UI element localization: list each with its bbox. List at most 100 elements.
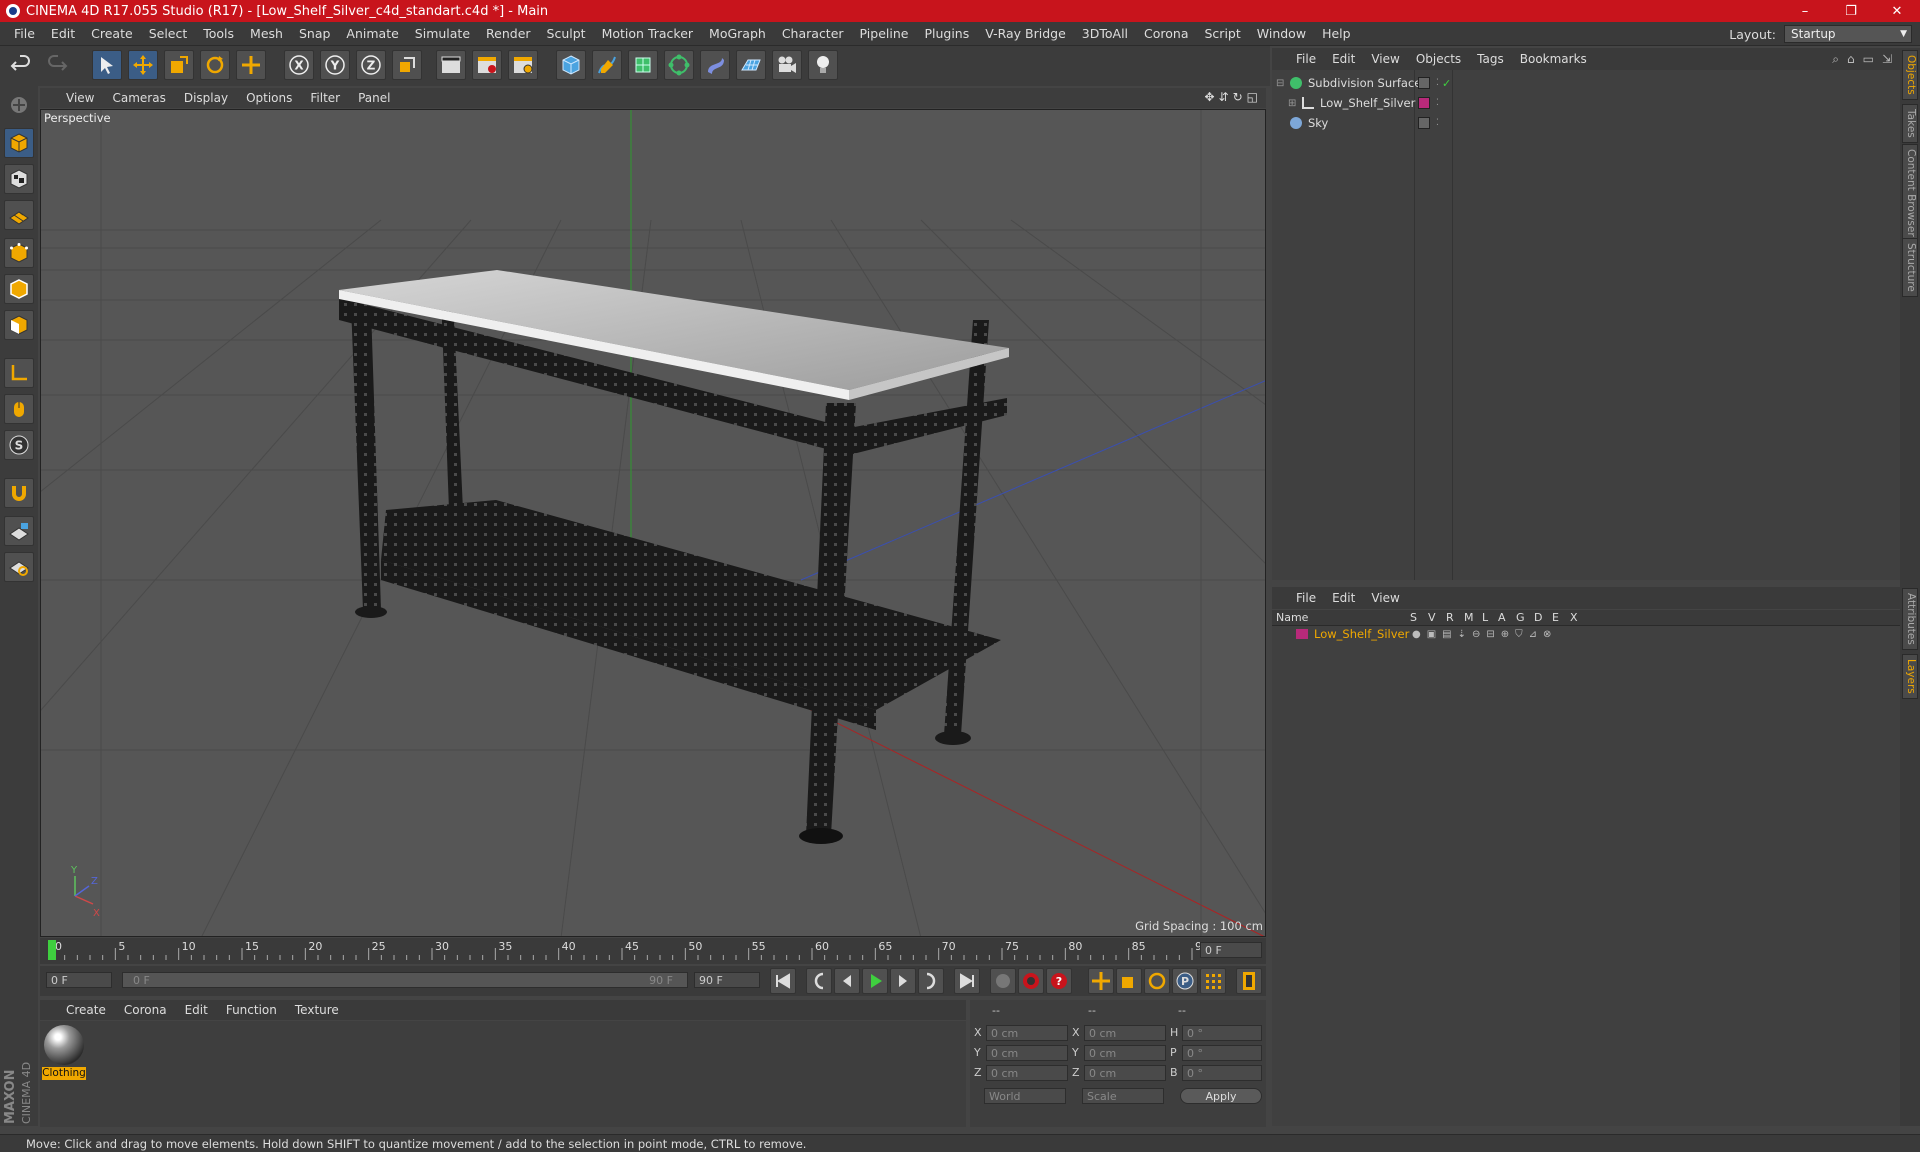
position-y-field[interactable]: 0 cm [986,1045,1068,1061]
viewport-move-icon[interactable]: ✥ [1204,90,1214,104]
menu-file[interactable]: File [6,26,43,41]
viewport-dolly-icon[interactable]: ⇵ [1219,90,1229,104]
material-menu-create[interactable]: Create [66,1003,106,1017]
layer-col-v[interactable]: V [1428,611,1436,624]
viewport-camera-label[interactable]: Perspective [44,111,111,125]
object-row-sky[interactable]: Sky ⁚ [1272,113,1900,133]
model-mode-button[interactable] [4,128,34,158]
next-frame-button[interactable] [890,968,916,994]
texture-mode-button[interactable] [4,164,34,194]
visibility-dots-icon[interactable]: ⁚ [1436,118,1439,128]
play-button[interactable] [862,968,888,994]
tab-attributes[interactable]: Attributes [1902,588,1918,650]
enabled-checkmark-icon[interactable]: ✓ [1442,77,1451,90]
layer-swatch-icon[interactable] [1418,97,1430,109]
menu-tools[interactable]: Tools [195,26,242,41]
layer-col-s[interactable]: S [1410,611,1417,624]
viewport-menu-view[interactable]: View [66,91,104,105]
layer-row-low-shelf-silver[interactable]: Low_Shelf_Silver ●▣▤⇣⊖⊟⊕⛉⊿⊗ [1272,626,1900,642]
previous-key-button[interactable] [806,968,832,994]
timeline-window-button[interactable] [1236,968,1262,994]
home-icon[interactable]: ⌂ [1847,52,1855,67]
object-row-low-shelf-silver[interactable]: ⊞ Low_Shelf_Silver ⁚ [1272,93,1900,113]
material-swatch[interactable]: Clothing [42,1023,86,1080]
layer-menu-file[interactable]: File [1296,591,1316,605]
viewport-menu-options[interactable]: Options [246,91,302,105]
material-menu-function[interactable]: Function [226,1003,277,1017]
menu-create[interactable]: Create [83,26,141,41]
menu-simulate[interactable]: Simulate [407,26,478,41]
key-pla-button[interactable] [1200,968,1226,994]
layer-col-a[interactable]: A [1498,611,1506,624]
layer-flag-icons[interactable]: ●▣▤⇣⊖⊟⊕⛉⊿⊗ [1412,629,1557,640]
cloner-button[interactable] [664,50,694,80]
next-key-button[interactable] [918,968,944,994]
cube-primitive-button[interactable] [556,50,586,80]
material-menu-texture[interactable]: Texture [295,1003,339,1017]
rotation-h-field[interactable]: 0 ° [1182,1025,1262,1041]
edges-mode-button[interactable] [4,274,34,304]
render-settings-button[interactable] [508,50,538,80]
size-z-field[interactable]: 0 cm [1084,1065,1166,1081]
live-selection-button[interactable] [92,50,122,80]
key-position-button[interactable] [1088,968,1114,994]
layer-col-e[interactable]: E [1552,611,1559,624]
object-menu-view[interactable]: View [1371,52,1399,66]
menu-script[interactable]: Script [1197,26,1249,41]
end-frame-field[interactable]: 90 F [694,972,760,988]
axis-mode-button[interactable] [4,358,34,388]
low-shelf-model[interactable] [339,270,1009,844]
viewport-menu-cameras[interactable]: Cameras [112,91,175,105]
layer-col-g[interactable]: G [1516,611,1525,624]
object-menu-bookmarks[interactable]: Bookmarks [1520,52,1587,66]
subdivision-surface-button[interactable] [628,50,658,80]
visibility-dots-icon[interactable]: ⁚ [1436,98,1439,108]
menu-help[interactable]: Help [1314,26,1359,41]
position-z-field[interactable]: 0 cm [986,1065,1068,1081]
expand-icon[interactable]: ⇲ [1882,52,1892,67]
record-keys-button[interactable] [990,968,1016,994]
layout-select[interactable]: Startup ▼ [1784,25,1912,43]
menu-mesh[interactable]: Mesh [242,26,291,41]
close-button[interactable]: ✕ [1874,0,1920,22]
planar-workplane-button[interactable] [4,552,34,582]
menu-vray-bridge[interactable]: V-Ray Bridge [977,26,1074,41]
menu-character[interactable]: Character [774,26,852,41]
layer-col-name[interactable]: Name [1276,611,1308,624]
visibility-dots-icon[interactable]: ⁚ [1436,78,1439,88]
z-axis-button[interactable]: Z [356,50,386,80]
x-axis-button[interactable]: X [284,50,314,80]
magnet-button[interactable] [4,478,34,508]
layer-col-l[interactable]: L [1482,611,1488,624]
make-editable-button[interactable] [4,90,34,120]
layer-menu-view[interactable]: View [1371,591,1399,605]
size-y-field[interactable]: 0 cm [1084,1045,1166,1061]
layer-swatch-icon[interactable] [1418,77,1430,89]
layer-swatch-icon[interactable] [1418,117,1430,129]
layer-col-d[interactable]: D [1534,611,1542,624]
object-menu-file[interactable]: File [1296,52,1316,66]
render-picture-viewer-button[interactable] [472,50,502,80]
playhead[interactable] [48,940,56,960]
y-axis-button[interactable]: Y [320,50,350,80]
menu-render[interactable]: Render [478,26,539,41]
scale-tool-button[interactable] [164,50,194,80]
object-row-subdivision-surface[interactable]: ⊟ Subdivision Surface ⁚ ✓ [1272,73,1900,93]
viewport-menu-display[interactable]: Display [184,91,238,105]
object-menu-objects[interactable]: Objects [1416,52,1461,66]
polygons-mode-button[interactable] [4,310,34,340]
move-tool-button[interactable] [128,50,158,80]
points-mode-button[interactable] [4,238,34,268]
collapse-toggle-icon[interactable]: ⊟ [1276,78,1286,89]
menu-select[interactable]: Select [141,26,196,41]
menu-motion-tracker[interactable]: Motion Tracker [594,26,701,41]
tab-takes[interactable]: Takes [1902,104,1918,143]
rotate-tool-button[interactable] [200,50,230,80]
menu-edit[interactable]: Edit [43,26,83,41]
timeline-ruler[interactable]: 051015202530354045505560657075808590 0 F [40,938,1266,964]
key-rotation-button[interactable] [1144,968,1170,994]
workplane-mode-button[interactable] [4,200,34,230]
spline-pen-button[interactable] [592,50,622,80]
minimize-button[interactable]: – [1782,0,1828,22]
viewport-menu-panel[interactable]: Panel [358,91,400,105]
